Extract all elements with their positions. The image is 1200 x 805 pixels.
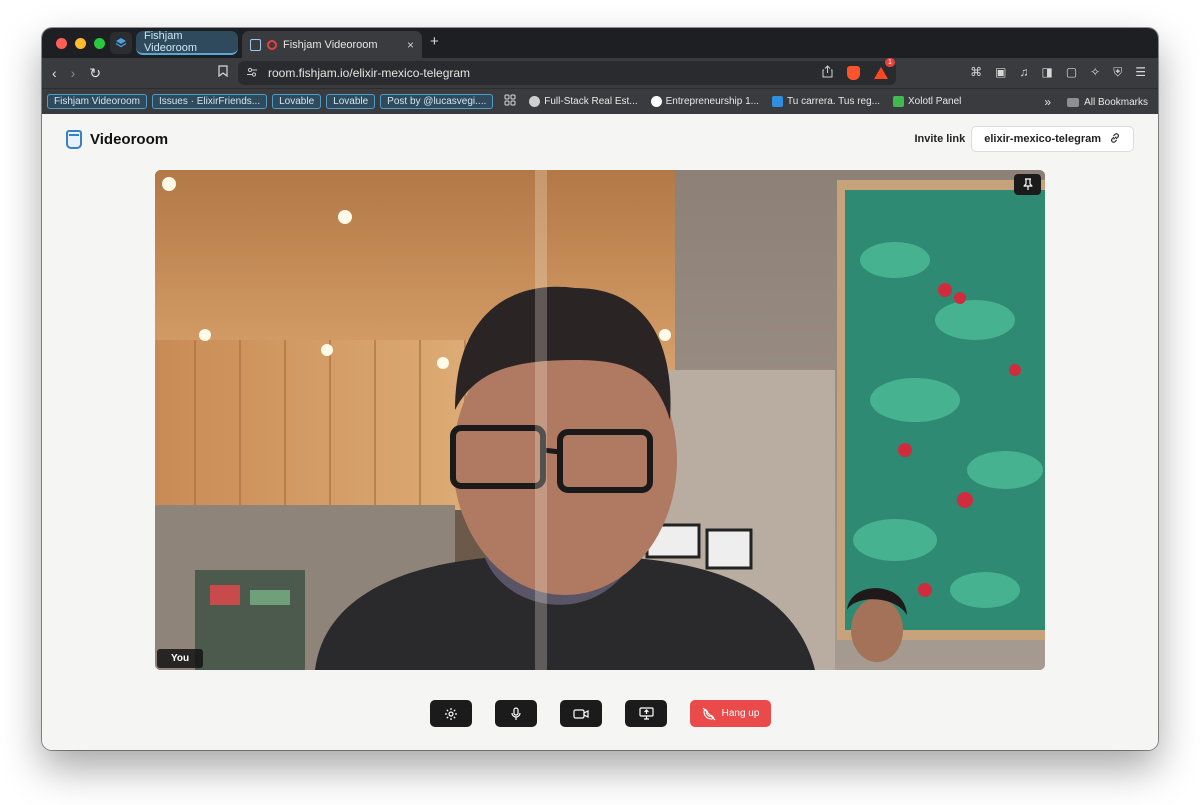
microphone-toggle-button[interactable]: [495, 700, 537, 727]
bookmark-item[interactable]: Lovable: [326, 94, 376, 109]
hang-up-button[interactable]: Hang up: [690, 700, 771, 727]
invite-label: Invite link: [914, 133, 966, 145]
jar-logo-icon: [66, 130, 82, 149]
camera-feed-image: [155, 170, 1045, 670]
bookmark-item[interactable]: Full-Stack Real Est...: [529, 96, 638, 107]
bookmark-page-icon[interactable]: [218, 65, 228, 80]
invite-section: Invite link elixir-mexico-telegram: [914, 126, 1134, 152]
recording-indicator-icon: [267, 39, 277, 50]
more-bookmarks-chevron-icon[interactable]: »: [1044, 95, 1051, 109]
window-controls: [56, 38, 105, 49]
bookmark-label: Entrepreneurship 1...: [665, 96, 760, 107]
wallet-icon[interactable]: ▢: [1066, 65, 1077, 80]
video-tile: You: [155, 170, 1045, 670]
folder-icon: [1067, 97, 1080, 107]
site-settings-icon[interactable]: [246, 66, 258, 81]
site-favicon-icon: [772, 96, 784, 107]
bookmark-item[interactable]: Fishjam Videoroom: [47, 94, 147, 109]
extension-icons: ⌘ ▣ ♫ ◨ ▢ ✧ ⛨ ☰: [970, 65, 1146, 80]
bookmark-label: Tu carrera. Tus reg...: [787, 96, 881, 107]
page-title: Videoroom: [90, 131, 169, 148]
share-icon[interactable]: [822, 65, 833, 81]
bookmark-item[interactable]: Issues · ElixirFriends...: [151, 94, 268, 109]
minimize-window-button[interactable]: [75, 38, 86, 49]
bookmark-item[interactable]: Post by @lucasvegi....: [380, 94, 494, 109]
all-bookmarks-button[interactable]: All Bookmarks: [1067, 97, 1148, 108]
tab-group-text: Fishjam Videoroom: [144, 30, 197, 54]
brave-shields-icon[interactable]: [847, 66, 860, 80]
microphone-icon: [511, 706, 521, 720]
back-arrow-icon[interactable]: ‹: [52, 65, 57, 82]
pin-tile-button[interactable]: [1014, 174, 1041, 195]
call-controls: Hang up: [430, 700, 771, 727]
copy-invite-link-button[interactable]: elixir-mexico-telegram: [971, 126, 1134, 152]
active-tab-title: Fishjam Videoroom: [283, 38, 378, 51]
reload-icon[interactable]: ↻: [89, 65, 101, 82]
address-bar[interactable]: room.fishjam.io/elixir-mexico-telegram 1: [238, 58, 896, 85]
navigation-buttons: ‹ › ↻: [52, 65, 101, 82]
zoom-window-button[interactable]: [94, 38, 105, 49]
settings-button[interactable]: [430, 700, 472, 727]
close-tab-icon[interactable]: ×: [407, 38, 414, 52]
app-logo: Videoroom: [66, 130, 168, 149]
bookmark-label: Xolotl Panel: [908, 96, 962, 107]
video-camera-icon: [573, 708, 589, 719]
pin-icon: [1022, 178, 1033, 190]
bookmark-item[interactable]: Tu carrera. Tus reg...: [772, 96, 880, 107]
bookmarks-bar: Fishjam Videoroom Issues · ElixirFriends…: [42, 88, 1158, 114]
bookmark-apps-grid-icon[interactable]: [504, 94, 516, 109]
globe-icon: [529, 96, 541, 107]
bookmark-item[interactable]: Entrepreneurship 1...: [650, 96, 760, 107]
bookmarks-right: » All Bookmarks: [1044, 95, 1148, 109]
page-favicon-icon: [250, 38, 261, 51]
camera-toggle-button[interactable]: [560, 700, 602, 727]
extensions-puzzle-icon[interactable]: ⌘: [970, 65, 982, 80]
tab-group-label[interactable]: Fishjam Videoroom: [136, 30, 238, 55]
address-bar-actions: 1: [822, 58, 895, 81]
bookmark-item[interactable]: Xolotl Panel: [893, 96, 961, 107]
screen-share-button[interactable]: [625, 700, 667, 727]
new-tab-button[interactable]: +: [430, 33, 439, 50]
phone-off-icon: [702, 707, 716, 720]
room-name: elixir-mexico-telegram: [984, 133, 1101, 145]
media-music-icon[interactable]: ♫: [1019, 65, 1028, 80]
participant-name-tag: You: [157, 649, 204, 668]
menu-hamburger-icon[interactable]: ☰: [1135, 65, 1146, 80]
bookmark-item[interactable]: Lovable: [272, 94, 322, 109]
page-content: Videoroom Invite link elixir-mexico-tele…: [42, 114, 1158, 750]
link-icon: [1109, 132, 1121, 147]
tab-active[interactable]: Fishjam Videoroom ×: [242, 31, 422, 58]
hang-up-label: Hang up: [721, 708, 760, 719]
url-text: room.fishjam.io/elixir-mexico-telegram: [268, 66, 471, 80]
sidebar-toggle-icon[interactable]: ◨: [1041, 65, 1052, 80]
all-bookmarks-label: All Bookmarks: [1084, 96, 1148, 108]
tab-strip: Fishjam Videoroom Fishjam Videoroom × +: [42, 28, 1158, 58]
vpn-shield-icon[interactable]: ⛨: [1113, 65, 1122, 80]
leo-ai-icon[interactable]: ✧: [1090, 65, 1100, 80]
brave-rewards-icon[interactable]: 1: [874, 58, 895, 79]
rewards-badge: 1: [885, 58, 895, 67]
browser-window: Fishjam Videoroom Fishjam Videoroom × + …: [42, 28, 1158, 750]
gear-icon: [445, 707, 457, 720]
browser-toolbar: ‹ › ↻ room.fishjam.io/elixir-mexico-tele…: [42, 58, 1158, 88]
site-favicon-icon: [893, 96, 905, 107]
close-window-button[interactable]: [56, 38, 67, 49]
pinned-tab-stack-icon[interactable]: [110, 32, 132, 54]
screen-share-icon: [638, 707, 654, 720]
site-favicon-icon: [650, 96, 662, 107]
forward-arrow-icon[interactable]: ›: [71, 65, 76, 82]
screenshot-icon[interactable]: ▣: [995, 65, 1006, 80]
bookmark-label: Full-Stack Real Est...: [544, 96, 638, 107]
